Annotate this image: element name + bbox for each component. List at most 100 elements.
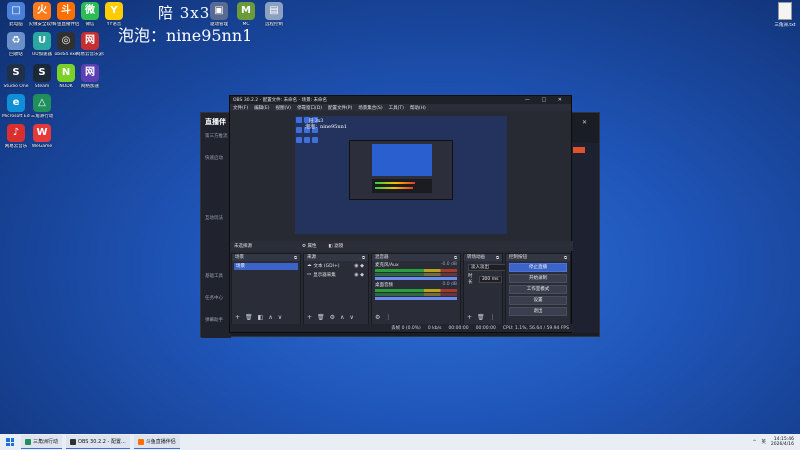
remove-source-button[interactable]: 🗑 [317,314,325,321]
scene-item[interactable]: 场景 [234,263,298,270]
visibility-eye-icon[interactable]: ◉ ◆ [354,272,364,278]
overlay-id-text: 泡泡：nine95nn1 [118,26,253,45]
preview-canvas: 陪 3x3 泡泡：nine95nn1 [295,116,507,234]
add-source-button[interactable]: + [307,314,312,321]
menu-item[interactable]: 工具(T) [389,105,404,111]
remove-scene-button[interactable]: 🗑 [245,314,253,321]
menu-item[interactable]: 文件(F) [233,105,248,111]
taskbar-app[interactable]: OBS 30.2.2 - 配置... [66,435,130,449]
exit-button[interactable]: 退出 [509,307,567,316]
clock[interactable]: 14:15:46 2026/4/16 [771,437,794,447]
desktop-file-icon[interactable]: 三角洲.txt [772,2,798,28]
obs-window-controls[interactable]: — □ ✕ [525,97,567,103]
desktop-icon-label: 远程控制 [265,22,283,27]
taskbar-app[interactable]: 三角洲行动 [21,435,63,449]
settings-button[interactable]: 设置 [509,296,567,305]
desktop-file-label: 三角洲.txt [774,23,796,28]
sidebar-item-danmaku[interactable]: 弹幕助手 [205,317,223,323]
menu-item[interactable]: 场景集合(S) [358,105,382,111]
desktop-icon[interactable]: W WeGame [28,124,56,150]
source-properties-button[interactable]: ⚙ [330,314,335,321]
sidebar-item-interactive[interactable]: 互动玩法 [205,215,223,221]
obs-titlebar[interactable]: OBS 30.2.2 - 配置文件: 未命名 - 场景: 未命名 — □ ✕ [230,96,571,104]
desktop-icon[interactable]: ▤ 远程控制 [260,2,288,28]
transition-type-select[interactable]: 淡入淡出 [468,264,506,271]
system-tray: ^ 英 14:15:46 2026/4/16 [753,437,794,447]
app-icon: e [7,94,25,112]
desktop-icon[interactable]: e Microsoft Edge [2,94,30,120]
app-icon [70,438,77,445]
sidebar-item-task-center[interactable]: 任务中心 [205,295,223,301]
menu-item[interactable]: 停靠窗口(D) [297,105,322,111]
properties-button[interactable]: ⚙ 属性 [302,243,316,249]
volume-meter [375,293,457,296]
obs-window[interactable]: OBS 30.2.2 - 配置文件: 未命名 - 场景: 未命名 — □ ✕ 文… [229,95,573,333]
add-transition-button[interactable]: + [467,314,472,321]
duration-input[interactable]: 300 ms [478,275,502,283]
start-recording-button[interactable]: 开始录制 [509,274,567,283]
dock-undock-icon[interactable]: ⧉ [454,254,457,261]
tray-overflow-icon[interactable]: ^ [753,440,757,445]
desktop-icon-label: Microsoft Edge [2,114,30,119]
desktop-icon[interactable]: S Studio One [2,64,30,90]
start-button[interactable] [3,435,17,449]
sidebar-item-third-party-stream[interactable]: 第三方推流 [205,133,228,139]
source-item-monitor[interactable]: ▭ 显示器采集 ◉ ◆ [304,270,368,279]
app-icon: 斗 [57,2,75,20]
volume-slider[interactable] [375,277,457,280]
source-name: 文本 (GDI+) [313,263,340,269]
text-source-icon: ☁ [307,263,312,268]
app-icon: Y [105,2,123,20]
scene-filter-button[interactable]: ◧ [258,314,264,321]
sidebar-item-quick-start[interactable]: 快速启动 [205,155,223,161]
move-up-button[interactable]: ∧ [268,314,272,321]
app-icon: ♪ [7,124,25,142]
live-timer: 00:00:00 [448,325,469,331]
volume-meter [375,273,457,276]
add-scene-button[interactable]: + [235,314,240,321]
stop-streaming-button[interactable]: 停止直播 [509,263,567,272]
scenes-toolbar: + 🗑 ◧ ∧ ∨ [235,314,282,321]
menu-item[interactable]: 帮助(H) [410,105,426,111]
dock-undock-icon[interactable]: ⧉ [496,254,499,261]
app-icon: ◎ [57,32,75,50]
visibility-eye-icon[interactable]: ◉ ◆ [354,263,364,269]
desktop-icon[interactable]: ♪ 网易云音乐 [2,124,30,150]
filters-button[interactable]: ◧ 滤镜 [328,243,343,249]
desktop-icon[interactable]: □ 此电脑 [2,2,30,28]
dock-undock-icon[interactable]: ⧉ [362,254,365,261]
desktop-icon[interactable]: 网网易云音乐游戏平台 [76,32,104,58]
app-icon [137,438,144,445]
mixer-dock-title: 混音器 [375,255,389,260]
desktop-icon[interactable]: ♻ 回收站 [2,32,30,58]
remove-transition-button[interactable]: 🗑 [477,314,485,321]
taskbar-app[interactable]: 斗鱼直播伴侣 [133,435,180,449]
live-badge [573,147,585,153]
studio-mode-button[interactable]: 工作室模式 [509,285,567,294]
dock-undock-icon[interactable]: ⧉ [564,254,567,261]
source-item-text[interactable]: ☁ 文本 (GDI+) ◉ ◆ [304,261,368,270]
obs-preview[interactable]: 陪 3x3 泡泡：nine95nn1 [295,116,507,234]
menu-item[interactable]: 编辑(E) [254,105,269,111]
desktop-icon-label: WeGame [31,144,53,149]
desktop-icon[interactable]: △ 三角洲行动 [28,94,56,120]
nested-preview [372,144,432,176]
channel-name: 麦克风/Aux [375,263,399,268]
mixer-menu-icon[interactable]: ⋮ [385,314,391,321]
scenes-dock-title: 场景 [235,255,244,260]
advanced-audio-icon[interactable]: ⚙ [375,314,380,321]
transition-menu-icon[interactable]: ⋮ [490,314,496,321]
desktop-icon[interactable]: 网网络加速 [76,64,104,90]
desktop-icon-label: 网易云音乐游戏平台 [76,52,104,57]
move-down-button[interactable]: ∨ [278,314,282,321]
input-method-indicator[interactable]: 英 [761,439,766,445]
move-down-button[interactable]: ∨ [349,314,353,321]
sources-dock-title: 来源 [307,255,316,260]
menu-item[interactable]: 配置文件(P) [328,105,352,111]
sidebar-item-basic-tools[interactable]: 基础工具 [205,273,223,279]
menu-item[interactable]: 视图(V) [275,105,291,111]
sources-toolbar: + 🗑 ⚙ ∧ ∨ [307,314,354,321]
move-up-button[interactable]: ∧ [340,314,344,321]
dock-undock-icon[interactable]: ⧉ [294,254,297,261]
volume-slider[interactable] [375,297,457,300]
